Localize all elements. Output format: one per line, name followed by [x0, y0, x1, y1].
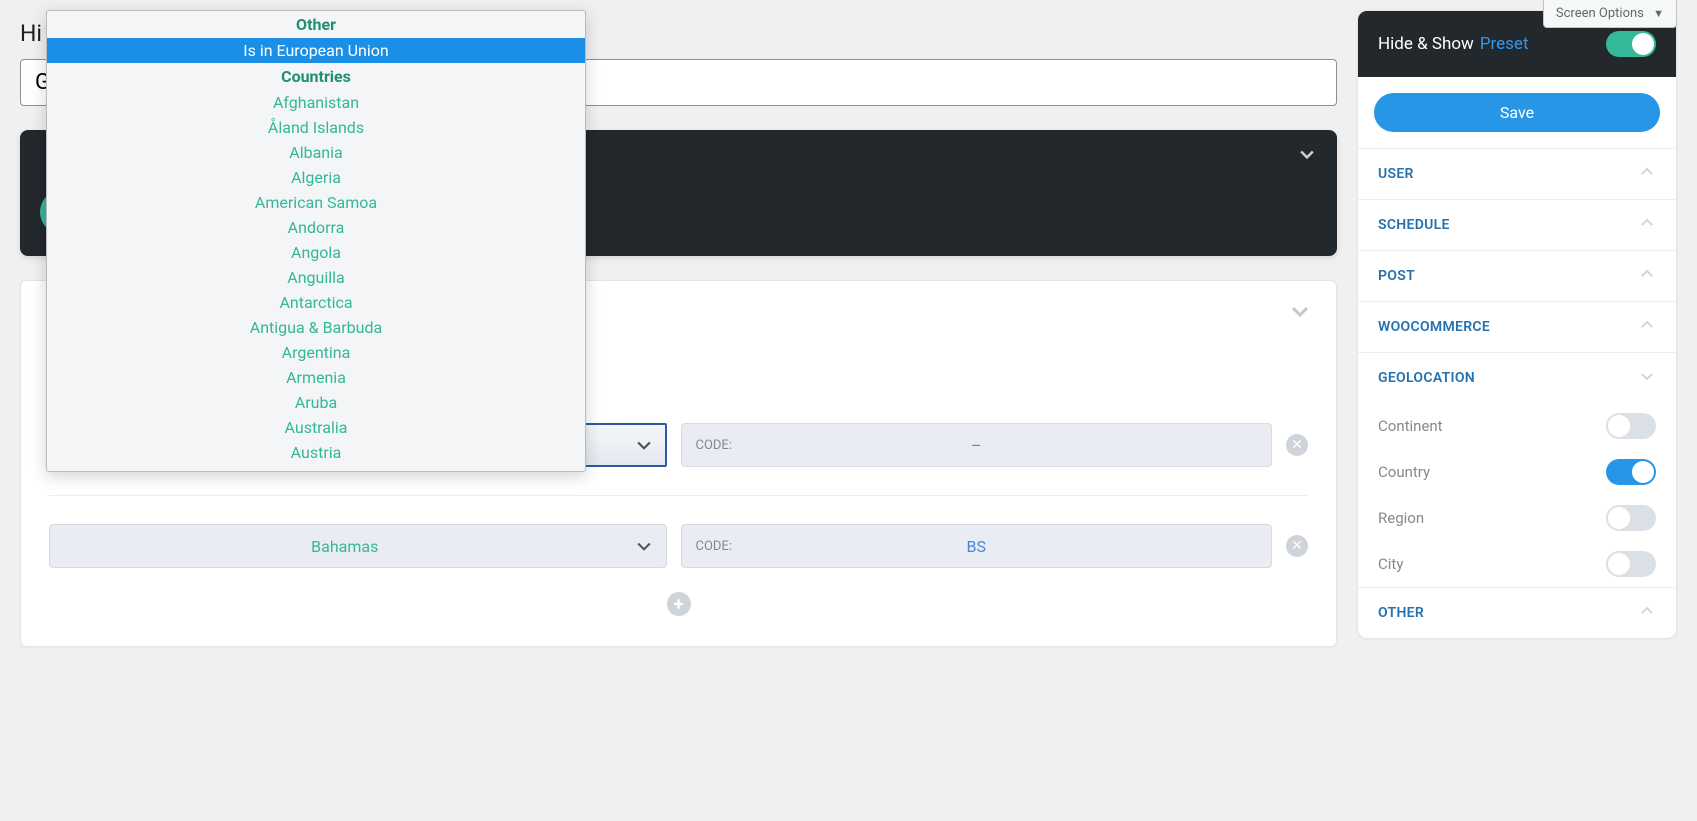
- sidebar-preset: Preset: [1480, 34, 1529, 54]
- chevron-down-icon: [1638, 367, 1656, 389]
- dropdown-group-header: Other: [47, 11, 585, 38]
- dropdown-item[interactable]: Algeria: [47, 165, 585, 190]
- dropdown-item[interactable]: Is in European Union: [47, 38, 585, 63]
- sidebar-section-user[interactable]: USER: [1358, 148, 1676, 199]
- geo-toggle-switch[interactable]: [1606, 413, 1656, 439]
- dropdown-item[interactable]: Armenia: [47, 365, 585, 390]
- dropdown-item[interactable]: Andorra: [47, 215, 585, 240]
- country-dropdown[interactable]: OtherIs in European UnionCountriesAfghan…: [46, 10, 586, 472]
- geo-toggle-label: Region: [1378, 509, 1424, 527]
- chevron-up-icon: [1638, 316, 1656, 338]
- sidebar-section-schedule[interactable]: SCHEDULE: [1358, 199, 1676, 250]
- chevron-down-icon: [634, 435, 654, 455]
- chevron-down-icon[interactable]: [1288, 299, 1312, 327]
- chevron-up-icon: [1638, 214, 1656, 236]
- code-label: CODE:: [696, 438, 732, 453]
- dropdown-item[interactable]: Antigua & Barbuda: [47, 315, 585, 340]
- section-label: WOOCOMMERCE: [1378, 319, 1490, 335]
- dropdown-item[interactable]: Azerbaijan: [47, 465, 585, 471]
- geo-toggle-region: Region: [1358, 495, 1676, 541]
- sidebar-section-geolocation[interactable]: GEOLOCATION: [1358, 352, 1676, 403]
- screen-options-label: Screen Options: [1556, 6, 1644, 21]
- geo-toggle-continent: Continent: [1358, 403, 1676, 449]
- dropdown-item[interactable]: Argentina: [47, 340, 585, 365]
- section-label: POST: [1378, 268, 1415, 284]
- sidebar-card: Hide & Show Preset Save USER SCHEDULE POST…: [1357, 10, 1677, 639]
- dropdown-item[interactable]: American Samoa: [47, 190, 585, 215]
- code-label: CODE:: [696, 539, 732, 554]
- geo-toggle-switch[interactable]: [1606, 551, 1656, 577]
- country-select-value: Bahamas: [311, 537, 378, 556]
- code-display: CODE: –: [681, 423, 1273, 467]
- dropdown-item[interactable]: Afghanistan: [47, 90, 585, 115]
- dropdown-item[interactable]: Albania: [47, 140, 585, 165]
- dropdown-item[interactable]: Angola: [47, 240, 585, 265]
- geo-toggle-switch[interactable]: [1606, 505, 1656, 531]
- geo-toggle-country: Country: [1358, 449, 1676, 495]
- dropdown-item[interactable]: Antarctica: [47, 290, 585, 315]
- dropdown-item[interactable]: Aruba: [47, 390, 585, 415]
- chevron-down-icon: ▼: [1653, 7, 1664, 20]
- remove-row-button[interactable]: ✕: [1286, 434, 1308, 456]
- chevron-down-icon: [634, 536, 654, 556]
- preset-master-toggle[interactable]: [1606, 31, 1656, 57]
- chevron-up-icon: [1638, 602, 1656, 624]
- dropdown-item[interactable]: Austria: [47, 440, 585, 465]
- close-icon: ✕: [1291, 538, 1303, 554]
- plus-icon: +: [674, 594, 684, 615]
- geo-toggle-label: Continent: [1378, 417, 1443, 435]
- sidebar-section-other[interactable]: OTHER: [1358, 587, 1676, 638]
- dropdown-item[interactable]: Australia: [47, 415, 585, 440]
- geo-toggle-city: City: [1358, 541, 1676, 587]
- section-label: SCHEDULE: [1378, 217, 1450, 233]
- chevron-up-icon: [1638, 265, 1656, 287]
- geo-toggle-label: Country: [1378, 463, 1430, 481]
- geo-toggle-label: City: [1378, 555, 1403, 573]
- dropdown-item[interactable]: Åland Islands: [47, 115, 585, 140]
- add-row-button[interactable]: +: [667, 592, 691, 616]
- dropdown-group-header: Countries: [47, 63, 585, 90]
- screen-options-toggle[interactable]: Screen Options ▼: [1543, 0, 1677, 28]
- sidebar-section-woocommerce[interactable]: WOOCOMMERCE: [1358, 301, 1676, 352]
- geo-toggle-switch[interactable]: [1606, 459, 1656, 485]
- code-value: –: [971, 436, 982, 455]
- chevron-up-icon: [1638, 163, 1656, 185]
- section-label: OTHER: [1378, 605, 1424, 621]
- close-icon: ✕: [1291, 437, 1303, 453]
- sidebar-title: Hide & Show: [1378, 34, 1474, 54]
- country-select[interactable]: Bahamas: [49, 524, 667, 568]
- rule-row: Bahamas CODE: BS ✕: [49, 524, 1308, 568]
- dropdown-item[interactable]: Anguilla: [47, 265, 585, 290]
- section-label: GEOLOCATION: [1378, 370, 1475, 386]
- code-value: BS: [967, 537, 986, 556]
- chevron-down-icon[interactable]: [1297, 144, 1317, 164]
- sidebar-section-post[interactable]: POST: [1358, 250, 1676, 301]
- save-button[interactable]: Save: [1374, 93, 1660, 132]
- remove-row-button[interactable]: ✕: [1286, 535, 1308, 557]
- code-display: CODE: BS: [681, 524, 1273, 568]
- section-label: USER: [1378, 166, 1414, 182]
